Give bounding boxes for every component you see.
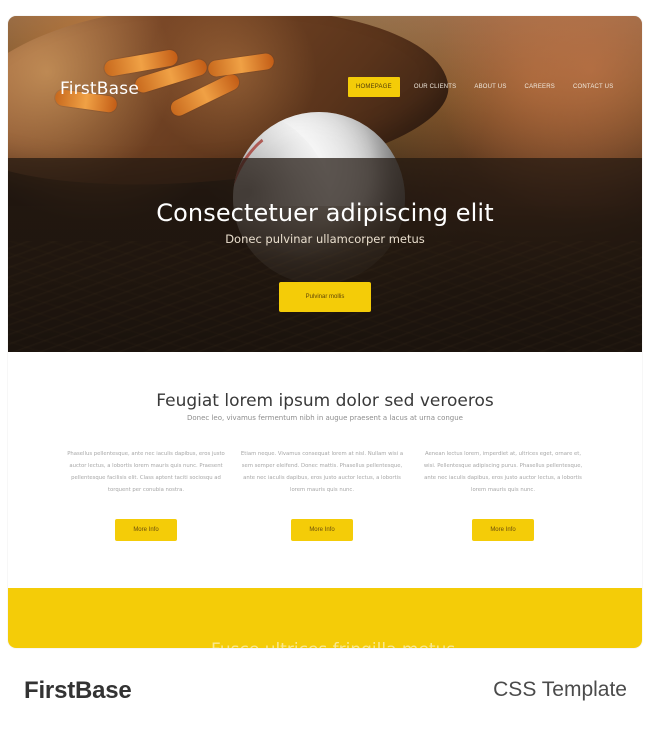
yellow-footer-band: Fusce ultrices fringilla metus <box>8 588 642 648</box>
site-logo: FirstBase <box>60 79 139 99</box>
feature-column-3: Aenean lectus lorem, imperdiet at, ultri… <box>420 448 586 541</box>
feature-button-2[interactable]: More Info <box>291 519 353 541</box>
template-preview-card[interactable]: FirstBase HOMEPAGE OUR CLIENTS ABOUT US … <box>8 16 642 648</box>
hero-cta-button[interactable]: Pulvinar mollis <box>279 282 371 312</box>
footer-partial-text: Fusce ultrices fringilla metus <box>211 640 455 648</box>
template-type: CSS Template <box>493 678 627 701</box>
feature-button-1[interactable]: More Info <box>115 519 177 541</box>
nav-item-careers[interactable]: CAREERS <box>521 77 559 97</box>
hero-title: Consectetuer adipiscing elit <box>156 199 494 227</box>
feature-text-3: Aenean lectus lorem, imperdiet at, ultri… <box>423 451 583 493</box>
hero-subtitle: Donec pulvinar ullamcorper metus <box>225 232 425 246</box>
feature-text-2: Etiam neque. Vivamus consequat lorem at … <box>240 451 404 493</box>
main-navigation: HOMEPAGE OUR CLIENTS ABOUT US CAREERS CO… <box>348 77 617 97</box>
section-title: Feugiat lorem ipsum dolor sed veroeros <box>156 391 494 411</box>
hero-section: FirstBase HOMEPAGE OUR CLIENTS ABOUT US … <box>8 16 642 352</box>
nav-item-our-clients[interactable]: OUR CLIENTS <box>410 77 461 97</box>
feature-column-2: Etiam neque. Vivamus consequat lorem at … <box>239 448 405 541</box>
nav-item-contact-us[interactable]: CONTACT US <box>569 77 617 97</box>
template-name[interactable]: FirstBase <box>24 677 132 705</box>
section-subtitle: Donec leo, vivamus fermentum nibh in aug… <box>186 414 463 422</box>
nav-item-homepage[interactable]: HOMEPAGE <box>348 77 400 97</box>
feature-button-3[interactable]: More Info <box>472 519 534 541</box>
hero-overlay-band <box>8 158 642 352</box>
nav-item-about-us[interactable]: ABOUT US <box>470 77 510 97</box>
feature-text-1: Phasellus pellentesque, ante nec iaculis… <box>67 451 225 493</box>
feature-column-1: Phasellus pellentesque, ante nec iaculis… <box>63 448 229 541</box>
